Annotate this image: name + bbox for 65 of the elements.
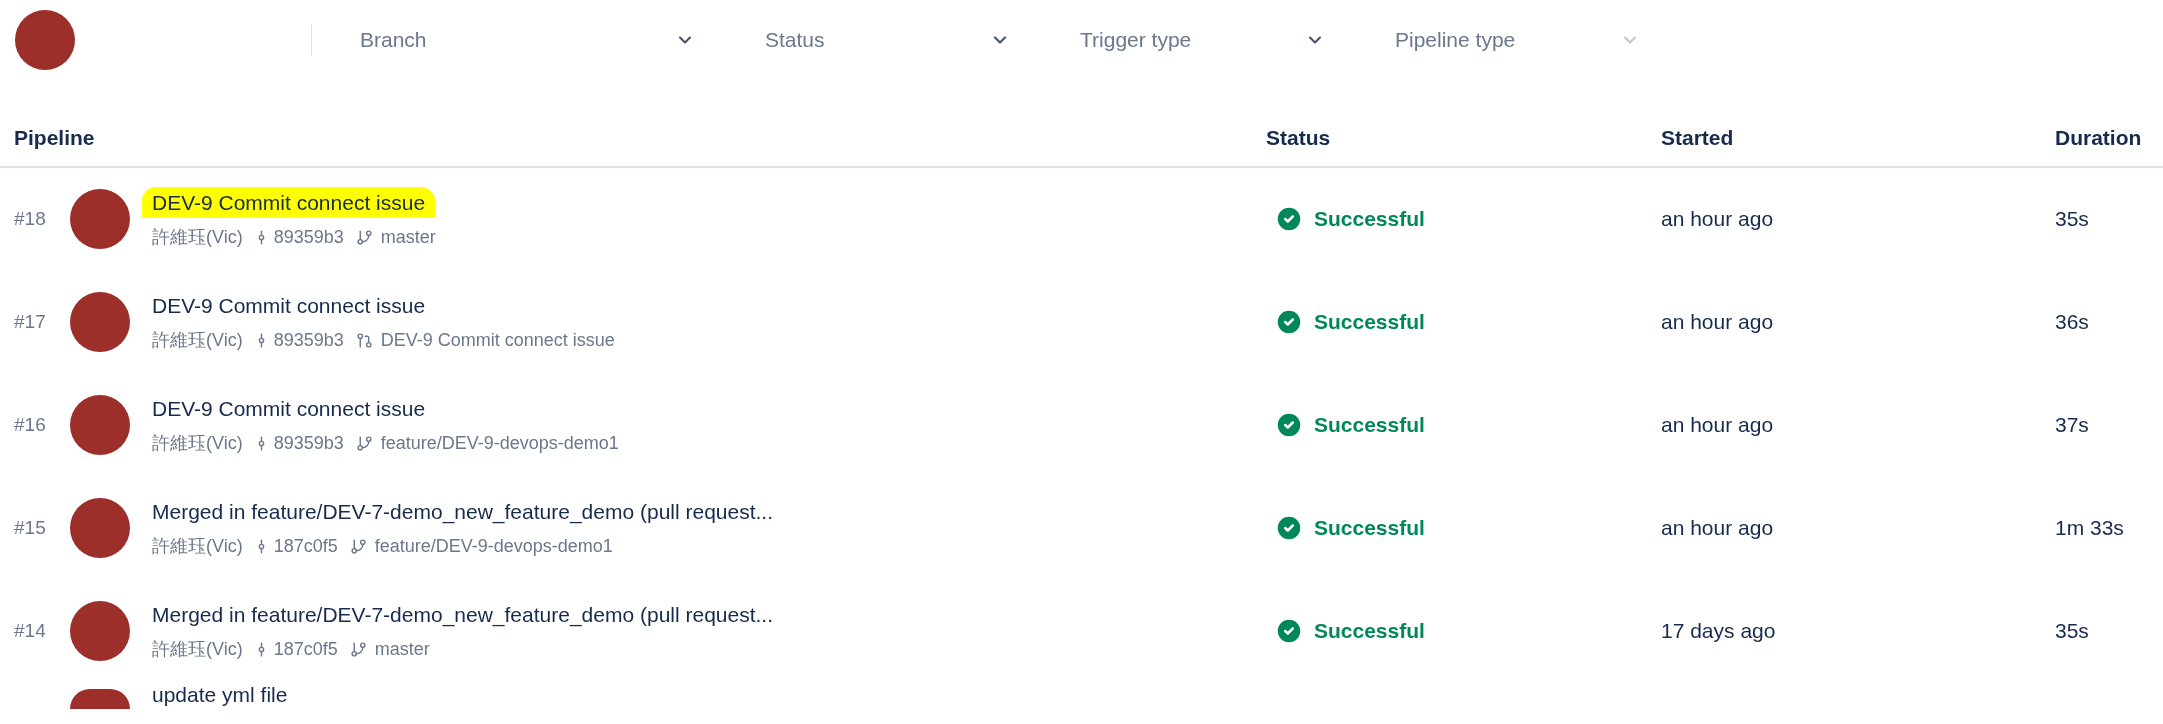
author-name: 許維珏(Vic)	[152, 226, 243, 250]
duration: 35s	[2055, 618, 2090, 645]
commit-hash[interactable]: 187c0f5	[273, 636, 338, 664]
pipeline-title-link[interactable]: DEV-9 Commit connect issue	[142, 186, 436, 219]
branch-icon	[355, 435, 373, 453]
filter-dropdown[interactable]: Trigger type	[1064, 18, 1339, 62]
pipeline-number: #18	[14, 206, 47, 231]
branch-name[interactable]: feature/DEV-9-devops-demo1	[380, 430, 619, 458]
branch-icon	[355, 229, 373, 247]
status-label: Successful	[1314, 412, 1425, 439]
status-label: Successful	[1314, 206, 1425, 233]
author-name: 許維珏(Vic)	[152, 432, 243, 456]
branch-icon	[349, 641, 367, 659]
duration: 35s	[2055, 206, 2090, 233]
commit-hash[interactable]: 89359b3	[273, 224, 344, 252]
pipeline-title-link[interactable]: DEV-9 Commit connect issue	[152, 289, 426, 322]
check-circle-icon	[1274, 307, 1304, 337]
started-time: an hour ago	[1661, 412, 1775, 439]
pipeline-number: #14	[14, 618, 47, 643]
branch-name[interactable]: DEV-9 Commit connect issue	[380, 327, 615, 355]
branch-name[interactable]: master	[374, 636, 430, 664]
check-circle-icon	[1274, 204, 1304, 234]
avatar-photo-placeholder	[70, 498, 130, 558]
check-circle-icon	[1274, 616, 1304, 646]
pipeline-title-link[interactable]: Merged in feature/DEV-7-demo_new_feature_demo (pull request...	[152, 495, 774, 528]
column-header: Started	[1661, 125, 1735, 151]
started-time: an hour ago	[1661, 206, 1775, 233]
column-header: Pipeline	[14, 125, 96, 151]
avatar-photo-placeholder	[70, 292, 130, 352]
author-name: 許維珏(Vic)	[152, 535, 243, 559]
column-header: Status	[1266, 125, 1332, 151]
status-label: Successful	[1314, 309, 1425, 336]
pipeline-title-link[interactable]: Merged in feature/DEV-7-demo_new_feature_demo (pull request...	[152, 598, 774, 631]
pipeline-number: #17	[14, 309, 47, 334]
branch-name[interactable]: master	[380, 224, 436, 252]
check-circle-icon	[1274, 410, 1304, 440]
author-name: 許維珏(Vic)	[152, 638, 243, 662]
branch-icon	[349, 538, 367, 556]
avatar-photo-placeholder[interactable]	[15, 10, 75, 70]
duration: 36s	[2055, 309, 2090, 336]
commit-hash[interactable]: 89359b3	[273, 327, 344, 355]
started-time: an hour ago	[1661, 515, 1775, 542]
avatar-photo-placeholder	[70, 395, 130, 455]
duration: 37s	[2055, 412, 2090, 439]
duration: 1m 33s	[2055, 515, 2125, 542]
branch-name[interactable]: feature/DEV-9-devops-demo1	[374, 533, 613, 561]
filter-dropdown[interactable]: Branch	[344, 18, 709, 62]
started-time: 17 days ago	[1661, 618, 1777, 645]
column-header: Duration	[2055, 125, 2143, 151]
started-time: an hour ago	[1661, 309, 1775, 336]
check-circle-icon	[1274, 513, 1304, 543]
pipeline-number: #15	[14, 515, 47, 540]
status-label: Successful	[1314, 618, 1425, 645]
filter-dropdown[interactable]: Status	[749, 18, 1024, 62]
status-label: Successful	[1314, 515, 1425, 542]
author-name: 許維珏(Vic)	[152, 329, 243, 353]
pipeline-title-link[interactable]: update yml file	[152, 682, 288, 707]
pipeline-number: #16	[14, 412, 47, 437]
commit-hash[interactable]: 187c0f5	[273, 533, 338, 561]
pipeline-title-link[interactable]: DEV-9 Commit connect issue	[152, 392, 426, 425]
pull-request-icon	[355, 332, 373, 350]
commit-hash[interactable]: 89359b3	[273, 430, 344, 458]
avatar-photo-placeholder	[70, 601, 130, 661]
avatar-photo-placeholder	[70, 189, 130, 249]
avatar-photo-placeholder	[70, 688, 130, 709]
